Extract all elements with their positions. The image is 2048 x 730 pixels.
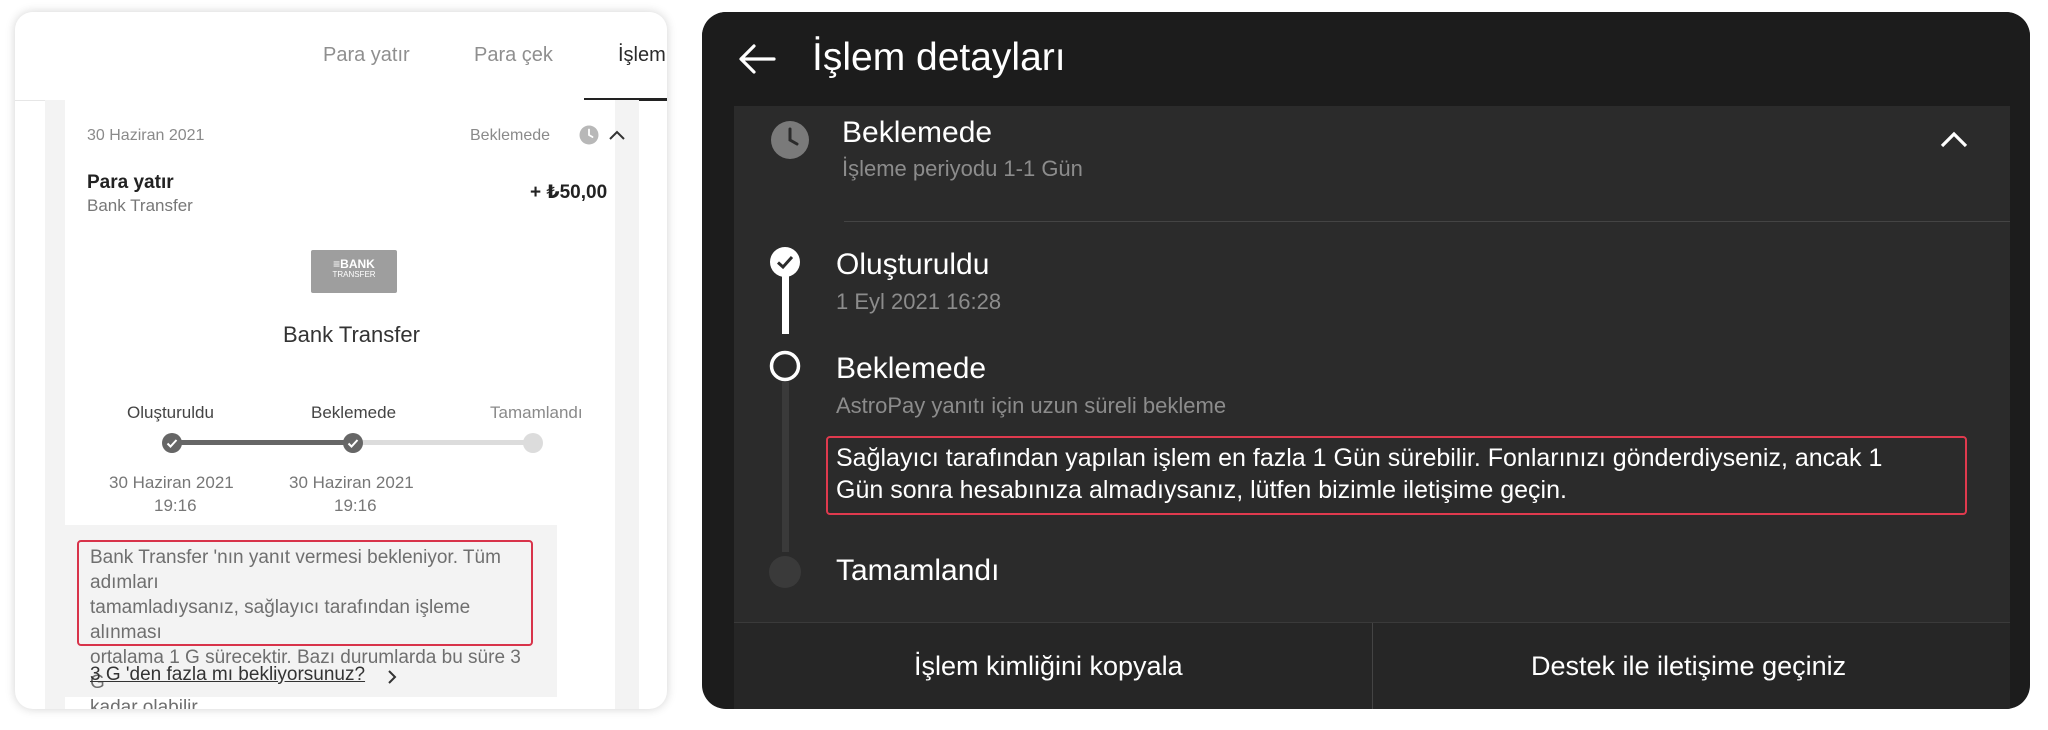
transaction-details-panel: İşlem detayları Beklemede İşleme periyod… <box>702 12 2030 709</box>
details-header: İşlem detayları <box>702 12 2030 106</box>
step-time: 19:16 <box>154 496 197 515</box>
chevron-up-icon[interactable] <box>1938 128 1970 150</box>
timeline-date-created: 1 Eyl 2021 16:28 <box>836 289 1002 314</box>
details-body: Beklemede İşleme periyodu 1-1 Gün Oluştu… <box>734 106 2010 634</box>
step-done-icon <box>162 433 182 453</box>
pending-notice: Bank Transfer 'nın yanıt vermesi bekleni… <box>77 540 533 709</box>
step-progress-line <box>172 440 352 445</box>
tab-withdraw[interactable]: Para çek <box>474 44 553 67</box>
timeline-label-completed: Tamamlandı <box>836 554 1000 587</box>
transaction-method: Bank Transfer <box>87 196 193 215</box>
tab-bar: Para yatır Para çek İşlem <box>15 12 667 101</box>
action-footer: İşlem kimliğini kopyala Destek ile ileti… <box>734 622 2010 709</box>
notice-line: tamamladıysanız, sağlayıcı tarafından iş… <box>90 597 471 643</box>
step-done-icon <box>343 433 363 453</box>
clock-icon <box>579 125 599 145</box>
step-date: 30 Haziran 2021 <box>109 473 234 492</box>
status-badge: Beklemede <box>470 127 551 144</box>
method-heading: Bank Transfer <box>283 322 420 347</box>
step-label-created: Oluşturuldu <box>127 403 214 422</box>
deposit-history-panel: Para yatır Para çek İşlem 30 Haziran 202… <box>15 12 667 709</box>
notice-line: Sağlayıcı tarafından yapılan işlem en fa… <box>836 444 1883 472</box>
timeline-done-segment <box>782 274 789 334</box>
notice-line: Gün sonra hesabınıza almadıysanız, lütfe… <box>836 476 1567 504</box>
tab-transactions[interactable]: İşlem <box>618 44 666 67</box>
check-circle-icon <box>769 246 801 278</box>
step-date: 30 Haziran 2021 <box>289 473 414 492</box>
logo-text-transfer: TRANSFER <box>332 270 376 279</box>
page-title: İşlem detayları <box>812 36 1066 79</box>
transaction-amount: + ₺50,00 <box>530 182 608 203</box>
help-link[interactable]: 3 G 'den fazla mı bekliyorsunuz? <box>90 664 365 686</box>
back-arrow-icon[interactable] <box>738 43 776 75</box>
tab-deposit[interactable]: Para yatır <box>323 44 410 67</box>
step-time: 19:16 <box>334 496 377 515</box>
status-subtitle: İşleme periyodu 1-1 Gün <box>842 156 1083 181</box>
pending-notice: Sağlayıcı tarafından yapılan işlem en fa… <box>826 436 1967 515</box>
clock-icon <box>770 120 810 160</box>
divider <box>844 221 2010 222</box>
step-remaining-line <box>352 440 532 445</box>
timeline-label-created: Oluşturuldu <box>836 248 990 281</box>
current-step-circle-icon <box>769 350 801 382</box>
transaction-type: Para yatır <box>87 172 174 193</box>
chevron-up-icon[interactable] <box>608 128 626 142</box>
timeline-desc-pending: AstroPay yanıtı için uzun süreli bekleme <box>836 393 1227 418</box>
chevron-right-icon[interactable] <box>386 668 398 686</box>
contact-support-button[interactable]: Destek ile iletişime geçiniz <box>1531 651 1846 682</box>
copy-transaction-id-button[interactable]: İşlem kimliğini kopyala <box>914 651 1183 682</box>
transaction-date: 30 Haziran 2021 <box>87 127 205 144</box>
status-title: Beklemede <box>842 116 993 149</box>
notice-line: kadar olabilir. <box>90 697 202 709</box>
logo-text-bank: ≡BANK <box>333 257 375 271</box>
pending-step-dot <box>769 556 801 588</box>
notice-line: Bank Transfer 'nın yanıt vermesi bekleni… <box>90 547 501 593</box>
timeline-label-pending: Beklemede <box>836 352 987 385</box>
step-label-completed: Tamamlandı <box>490 403 583 422</box>
divider <box>1372 623 1373 709</box>
timeline-pending-segment <box>782 382 789 552</box>
bank-transfer-logo: ≡BANK TRANSFER <box>311 250 397 293</box>
step-pending-dot <box>523 433 543 453</box>
step-label-pending: Beklemede <box>311 403 397 422</box>
